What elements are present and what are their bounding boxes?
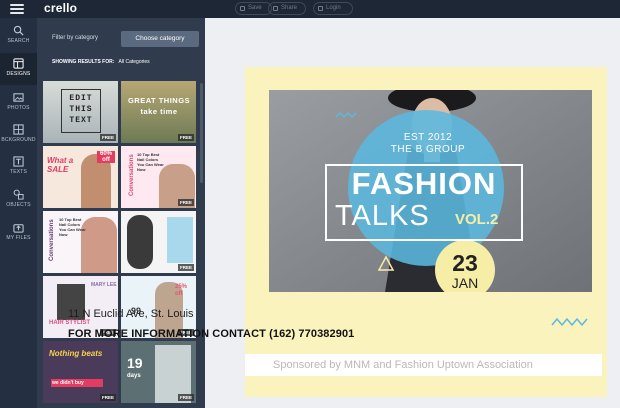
showing-results: SHOWING RESULTS FOR: All Categories: [52, 59, 150, 65]
nav-item-objects[interactable]: OBJECTS: [0, 184, 37, 216]
group-label[interactable]: THE B GROUP: [369, 144, 487, 155]
design-canvas[interactable]: EST 2012 THE B GROUP FASHION TALKS VOL.2…: [245, 67, 607, 397]
template-thumbnail[interactable]: Nothing beats we didn't buy FREE: [43, 341, 118, 403]
template-thumbnail[interactable]: Conversations 10 Top Best Nail Colors Yo…: [43, 211, 118, 273]
nav-item-background[interactable]: BCKGROUND: [0, 119, 37, 151]
save-icon: [240, 6, 245, 11]
panel-scrollbar[interactable]: [200, 83, 203, 183]
showing-results-value: All Categories: [118, 59, 150, 65]
template-grid: EDIT THIS TEXT FREE GREAT THINGS take ti…: [43, 81, 197, 408]
nav-item-texts[interactable]: TEXTS: [0, 151, 37, 183]
template-thumbnail[interactable]: 19 days FREE: [121, 341, 196, 403]
my-files-icon: [13, 224, 24, 233]
title-line-1[interactable]: FASHION: [325, 166, 523, 202]
designs-icon: [13, 58, 24, 69]
contact-text[interactable]: FOR MORE INFORMATION CONTACT (162) 77038…: [68, 328, 374, 340]
share-icon: [273, 6, 278, 11]
design-photo[interactable]: EST 2012 THE B GROUP FASHION TALKS VOL.2…: [269, 90, 592, 292]
zigzag-decoration: [551, 317, 588, 327]
background-icon: [13, 124, 24, 135]
nav-item-designs[interactable]: DESIGNS: [0, 53, 37, 85]
date-month[interactable]: JAN: [445, 275, 485, 291]
filter-label: Filter by category: [52, 35, 99, 41]
photos-icon: [13, 93, 24, 102]
choose-category-button[interactable]: Choose category: [121, 31, 199, 47]
template-thumbnail[interactable]: What a SALE 60% off: [43, 146, 118, 208]
workspace: EST 2012 THE B GROUP FASHION TALKS VOL.2…: [205, 18, 620, 408]
est-label[interactable]: EST 2012: [388, 132, 468, 143]
login-button[interactable]: Login: [313, 2, 353, 15]
texts-icon: [13, 156, 24, 167]
nav-item-search[interactable]: SEARCH: [0, 20, 37, 52]
app-logo[interactable]: crello: [44, 1, 77, 15]
search-icon: [13, 25, 24, 36]
nav-item-photos[interactable]: PHOTOS: [0, 87, 37, 119]
designs-panel: Filter by category Choose category SHOWI…: [37, 18, 205, 408]
objects-icon: [13, 189, 24, 200]
date-day[interactable]: 23: [445, 250, 485, 277]
template-thumbnail[interactable]: Conversations 10 Top Best Nail Colors Yo…: [121, 146, 196, 208]
sidebar-nav: SEARCH DESIGNS PHOTOS BCKGROUND TEXTS OB…: [0, 18, 37, 408]
accent-block: [167, 217, 193, 263]
address-text[interactable]: 11 N Euclid Ave, St. Louis: [68, 308, 194, 320]
sponsor-text[interactable]: Sponsored by MNM and Fashion Uptown Asso…: [273, 359, 533, 371]
share-button[interactable]: Share: [268, 2, 306, 15]
top-bar: crello Save Share Login: [0, 0, 620, 18]
volume-label[interactable]: VOL.2: [455, 211, 525, 228]
nav-item-my-files[interactable]: MY FILES: [0, 217, 37, 249]
model-photo: [127, 215, 153, 269]
login-icon: [318, 6, 323, 11]
template-thumbnail[interactable]: FREE: [121, 211, 196, 273]
template-thumbnail[interactable]: GREAT THINGS take time FREE: [121, 81, 196, 143]
sponsor-strip: Sponsored by MNM and Fashion Uptown Asso…: [245, 354, 602, 376]
template-thumbnail[interactable]: EDIT THIS TEXT FREE: [43, 81, 118, 143]
title-line-2[interactable]: TALKS: [335, 200, 455, 233]
save-button[interactable]: Save: [235, 2, 272, 15]
menu-icon[interactable]: [10, 4, 24, 14]
